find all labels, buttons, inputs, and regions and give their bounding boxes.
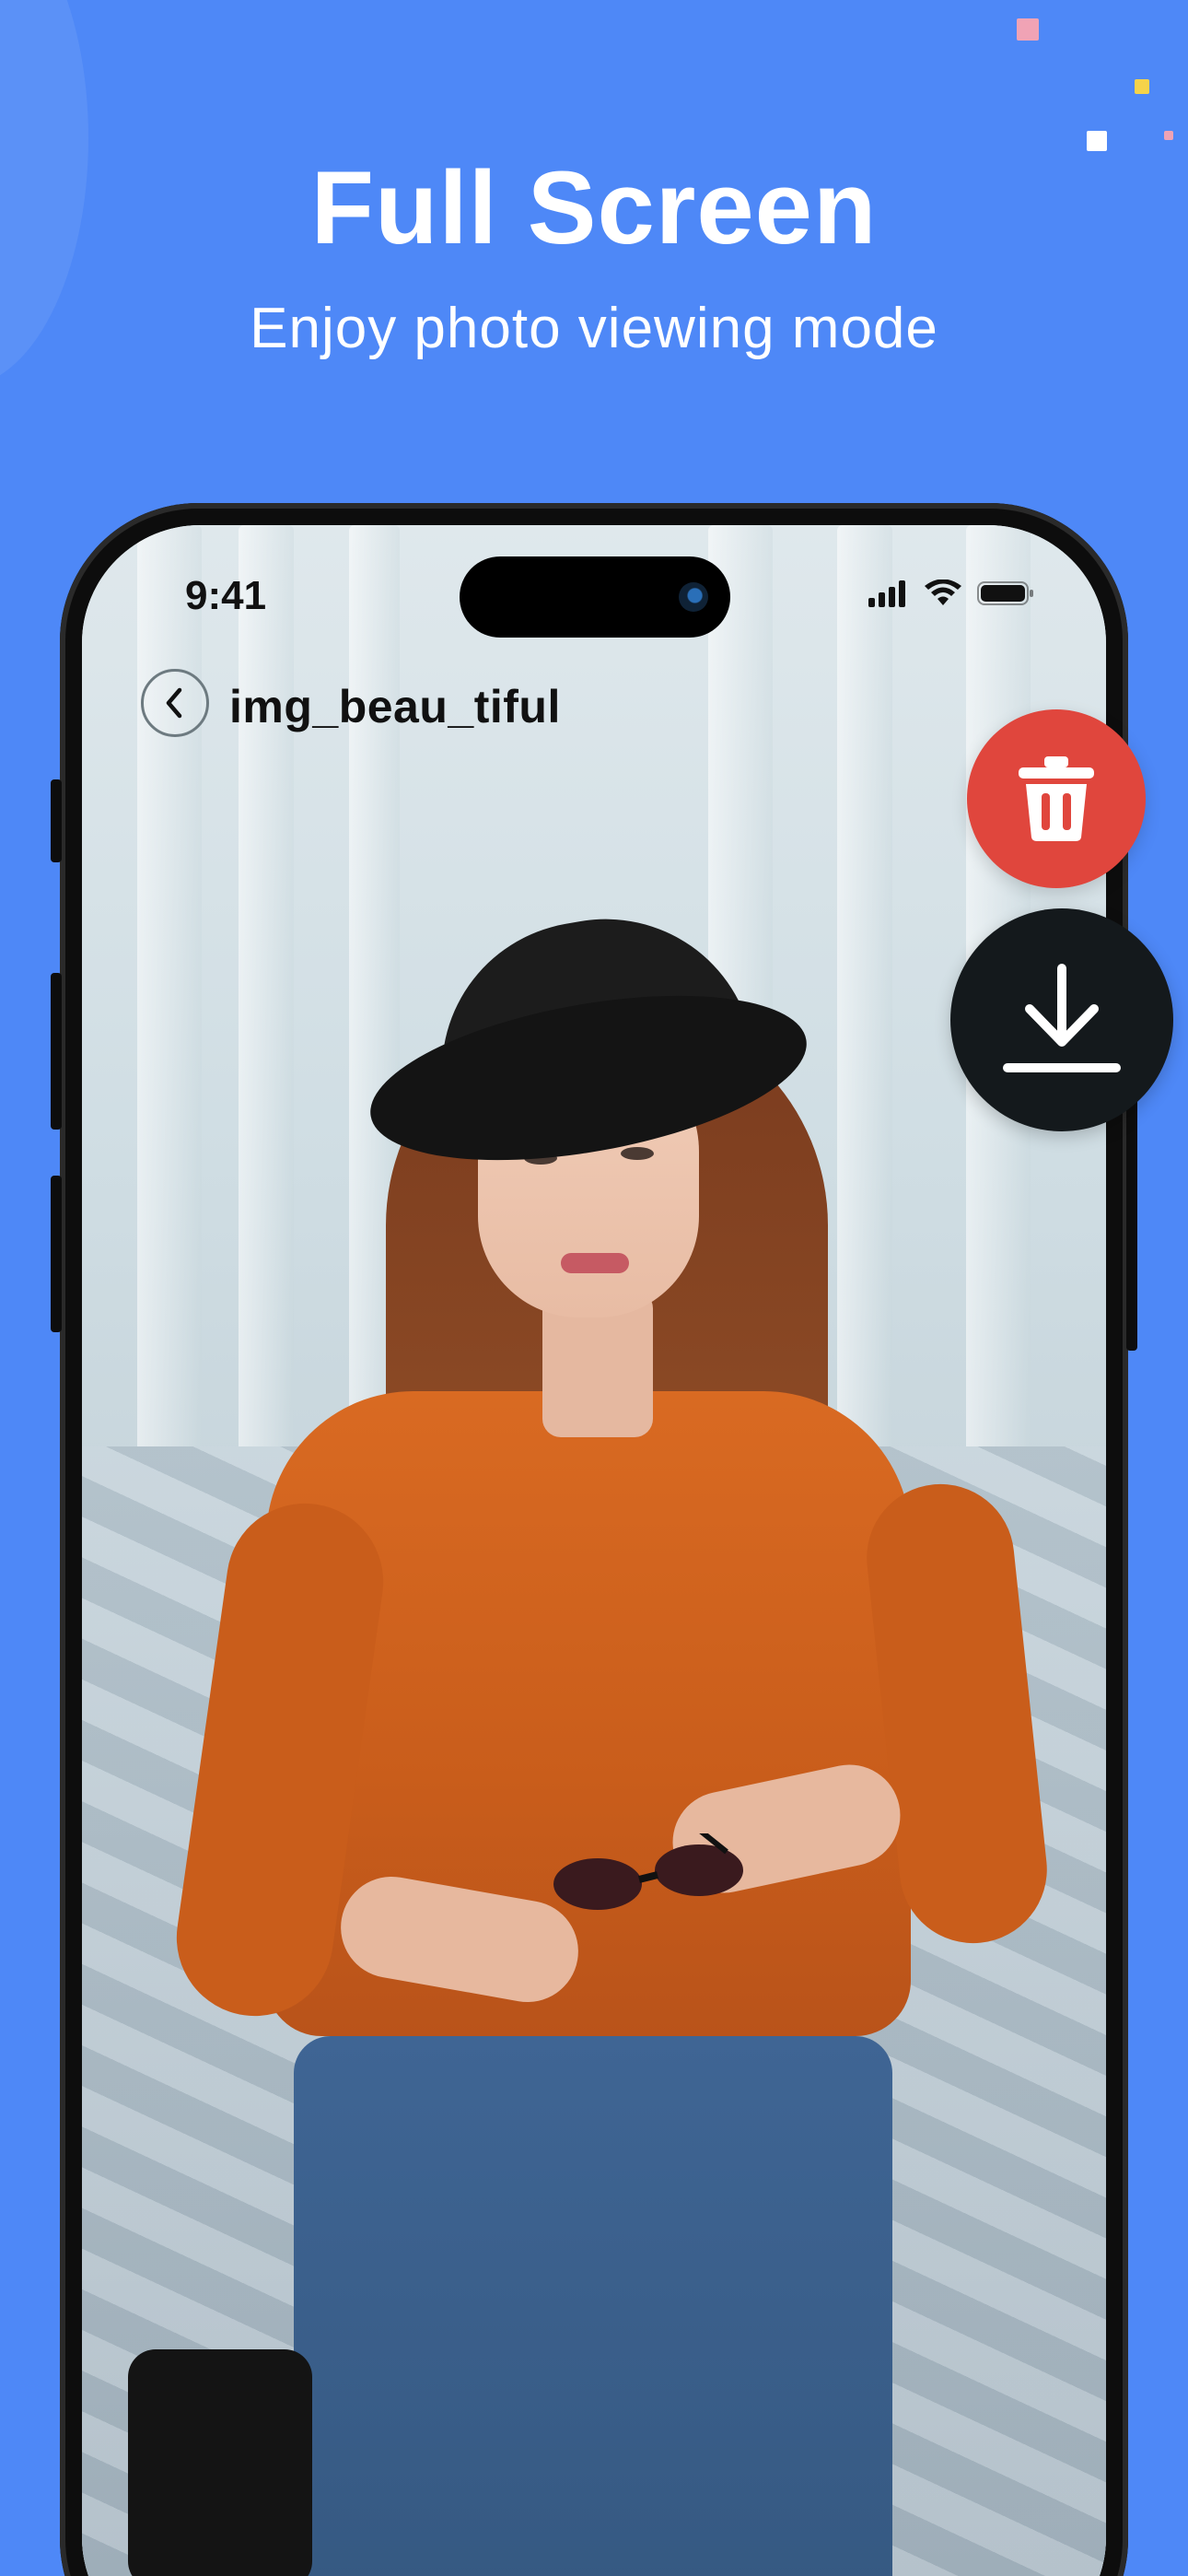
- signal-icon: [868, 580, 905, 607]
- app-store-screenshot: Full Screen Enjoy photo viewing mode 9:4…: [0, 0, 1188, 2576]
- lips: [561, 1253, 629, 1273]
- status-icons: [868, 575, 1034, 612]
- phone-volume-down: [51, 1176, 62, 1332]
- hero-subtitle: Enjoy photo viewing mode: [250, 297, 938, 360]
- phone-side-button: [51, 779, 62, 862]
- back-button[interactable]: [141, 669, 209, 737]
- file-name: img_beau_tiful: [229, 681, 561, 732]
- wifi-icon: [925, 580, 961, 605]
- delete-button[interactable]: [967, 709, 1146, 888]
- phone-screen: 9:41 img_beau_tiful: [82, 525, 1106, 2576]
- trash-icon: [1019, 756, 1094, 841]
- download-icon: [1003, 964, 1121, 1072]
- phone-power-button: [1126, 1093, 1137, 1351]
- chevron-left-icon: [166, 687, 182, 719]
- background-column: [239, 525, 294, 1539]
- download-button[interactable]: [950, 908, 1173, 1131]
- sunglasses-icon: [553, 1833, 743, 1910]
- sparkle-white: [1087, 131, 1107, 151]
- jeans: [294, 2036, 892, 2576]
- hero-title: Full Screen: [310, 150, 878, 265]
- status-time: 9:41: [185, 573, 267, 618]
- battery-icon: [977, 581, 1033, 605]
- phone-volume-up: [51, 973, 62, 1130]
- photo[interactable]: [82, 525, 1106, 2576]
- dynamic-island: [460, 556, 730, 638]
- camera-icon: [679, 582, 708, 612]
- handbag: [128, 2349, 312, 2576]
- right-eye: [621, 1147, 654, 1160]
- sparkle-pink: [1017, 18, 1039, 41]
- sparkle-yellow: [1135, 79, 1149, 94]
- sparkle-pink-small: [1164, 131, 1173, 140]
- background-column: [837, 525, 892, 1539]
